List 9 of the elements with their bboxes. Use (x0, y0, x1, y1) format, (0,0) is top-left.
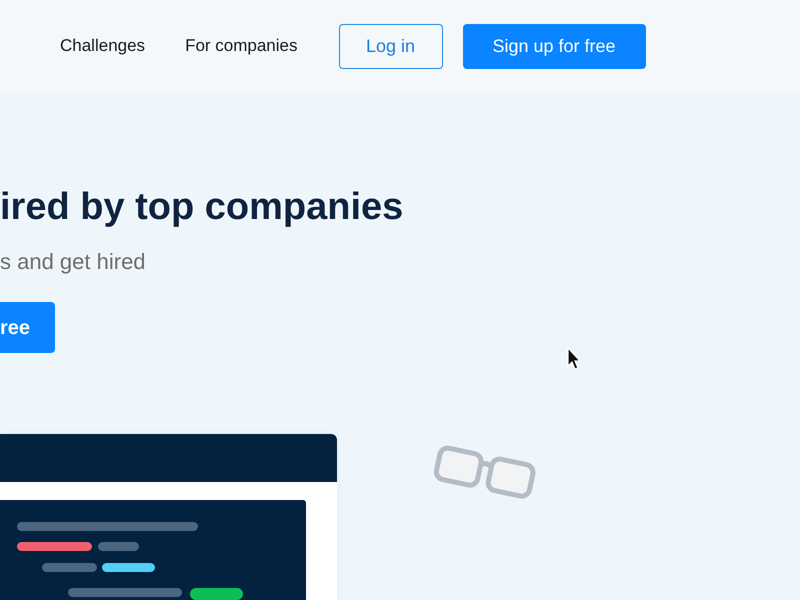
nav-link[interactable]: Challenges (60, 33, 146, 59)
pointer-icon (566, 347, 581, 371)
login-button[interactable]: Log in (338, 24, 442, 68)
code-line-highlight (190, 588, 243, 600)
nav-link[interactable]: For companies (185, 33, 298, 59)
signup-button[interactable]: Sign up for free (462, 24, 646, 68)
hero-heading: ired by top companies (0, 185, 404, 229)
hero-subheading: s and get hired (0, 248, 147, 276)
cta-button[interactable]: ree (0, 302, 55, 353)
